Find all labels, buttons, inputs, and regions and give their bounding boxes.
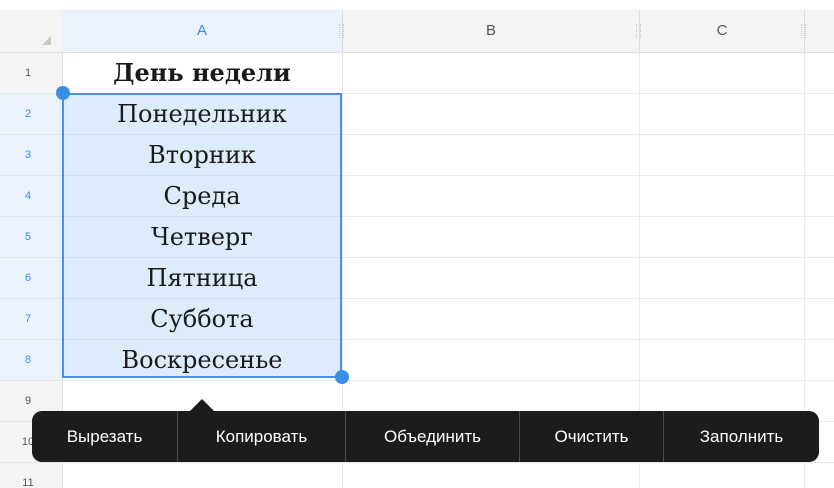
- column-header-row: A B C: [0, 10, 834, 53]
- row-number: 7: [24, 313, 32, 325]
- cell-a1[interactable]: День недели: [62, 53, 342, 93]
- column-header-c[interactable]: C: [640, 10, 806, 52]
- row-number: 1: [24, 67, 32, 79]
- cell-a7[interactable]: Суббота: [62, 299, 342, 339]
- row-number: 6: [24, 272, 32, 284]
- corner-triangle-icon: [42, 36, 51, 45]
- row-number: 8: [24, 354, 32, 366]
- row-header-7[interactable]: 7: [0, 299, 63, 340]
- row-number: 4: [24, 190, 32, 202]
- row-header-8[interactable]: 8: [0, 340, 63, 381]
- select-all-corner[interactable]: [0, 10, 63, 52]
- row-header-6[interactable]: 6: [0, 258, 63, 299]
- context-menu-pointer: [190, 399, 214, 411]
- column-label: A: [196, 22, 207, 39]
- column-label: C: [716, 22, 728, 39]
- row-header-4[interactable]: 4: [0, 176, 63, 217]
- grid-line: [62, 380, 834, 381]
- row-number: 3: [24, 149, 32, 161]
- row-header-11[interactable]: 11: [0, 463, 63, 488]
- cell-a4[interactable]: Среда: [62, 176, 342, 216]
- cell-a3[interactable]: Вторник: [62, 135, 342, 175]
- row-number: 2: [24, 108, 32, 120]
- column-label: B: [485, 22, 496, 39]
- menu-item-clear[interactable]: Очистить: [520, 411, 663, 462]
- menu-item-fill[interactable]: Заполнить: [664, 411, 819, 462]
- row-number: 11: [22, 477, 34, 488]
- context-menu: Вырезать Копировать Объединить Очистить …: [32, 411, 819, 462]
- column-header-d[interactable]: [805, 10, 834, 52]
- menu-item-copy[interactable]: Копировать: [178, 411, 345, 462]
- cell-a2[interactable]: Понедельник: [62, 94, 342, 134]
- spreadsheet[interactable]: A B C 1 2 3 4 5 6 7 8 9 10 11 День недел…: [0, 0, 834, 488]
- cell-a5[interactable]: Четверг: [62, 217, 342, 257]
- menu-item-cut[interactable]: Вырезать: [32, 411, 177, 462]
- menu-item-merge[interactable]: Объединить: [346, 411, 519, 462]
- cell-a8[interactable]: Воскресенье: [62, 340, 342, 380]
- row-header-2[interactable]: 2: [0, 94, 63, 135]
- row-header-1[interactable]: 1: [0, 53, 63, 94]
- row-number: 5: [24, 231, 32, 243]
- column-header-a[interactable]: A: [62, 10, 344, 52]
- grid-line: [62, 462, 834, 463]
- row-header-3[interactable]: 3: [0, 135, 63, 176]
- column-header-b[interactable]: B: [343, 10, 641, 52]
- row-header-5[interactable]: 5: [0, 217, 63, 258]
- cell-a6[interactable]: Пятница: [62, 258, 342, 298]
- row-number: 9: [24, 395, 32, 407]
